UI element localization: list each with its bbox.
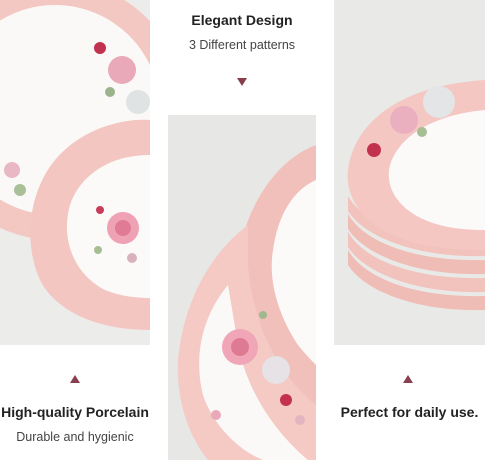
photo-plates-stacked-left bbox=[0, 0, 150, 345]
right-title: Perfect for daily use. bbox=[340, 404, 479, 420]
photo-plates-stack-right bbox=[334, 0, 485, 345]
photo-plates-fanned-middle bbox=[168, 115, 316, 460]
arrow-up-icon bbox=[70, 375, 80, 383]
top-title: Elegant Design bbox=[191, 12, 293, 28]
arrow-up-icon bbox=[403, 375, 413, 383]
left-subtitle: Durable and hygienic bbox=[16, 430, 134, 444]
left-title: High-quality Porcelain bbox=[1, 404, 149, 420]
top-subtitle: 3 Different patterns bbox=[188, 38, 296, 52]
arrow-down-icon bbox=[237, 78, 247, 86]
